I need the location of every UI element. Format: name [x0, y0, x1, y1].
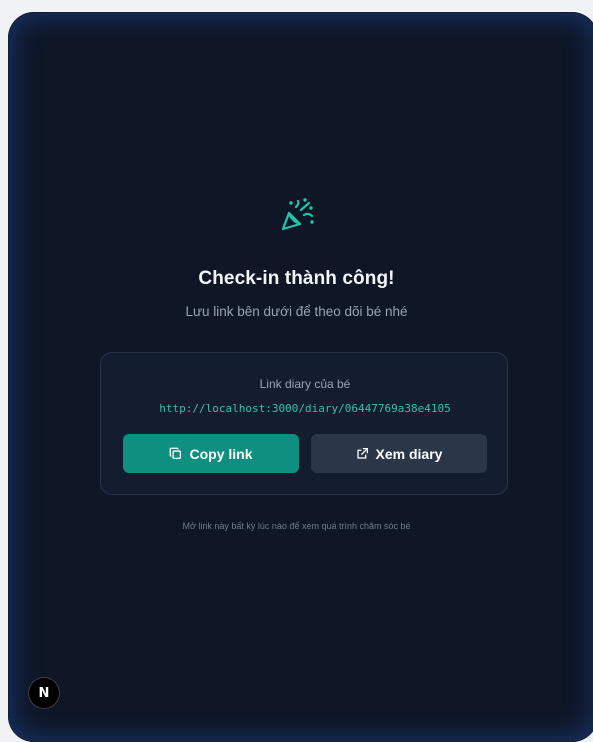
view-diary-label: Xem diary	[375, 445, 443, 462]
copy-icon	[170, 447, 182, 460]
view-diary-button[interactable]: Xem diary	[311, 434, 487, 473]
copy-link-label: Copy link	[189, 445, 253, 462]
success-subtitle: Lưu link bên dưới để theo dõi bé nhé	[185, 304, 408, 319]
nextjs-logo-icon[interactable]: N	[29, 678, 59, 708]
app-window: Check-in thành công! Lưu link bên dưới đ…	[8, 12, 593, 742]
footnote: Mở link này bất kỳ lúc nào để xem quá tr…	[182, 521, 411, 531]
diary-link-label: Link diary của bé	[259, 377, 351, 391]
dev-badge-label: N	[38, 685, 50, 701]
diary-link-card: Link diary của bé http://localhost:3000/…	[100, 352, 508, 495]
diary-url[interactable]: http://localhost:3000/diary/06447769a38e…	[101, 402, 509, 415]
party-popper-icon	[281, 198, 314, 231]
external-link-icon	[356, 447, 368, 459]
copy-link-button[interactable]: Copy link	[123, 434, 299, 473]
success-title: Check-in thành công!	[198, 268, 395, 289]
